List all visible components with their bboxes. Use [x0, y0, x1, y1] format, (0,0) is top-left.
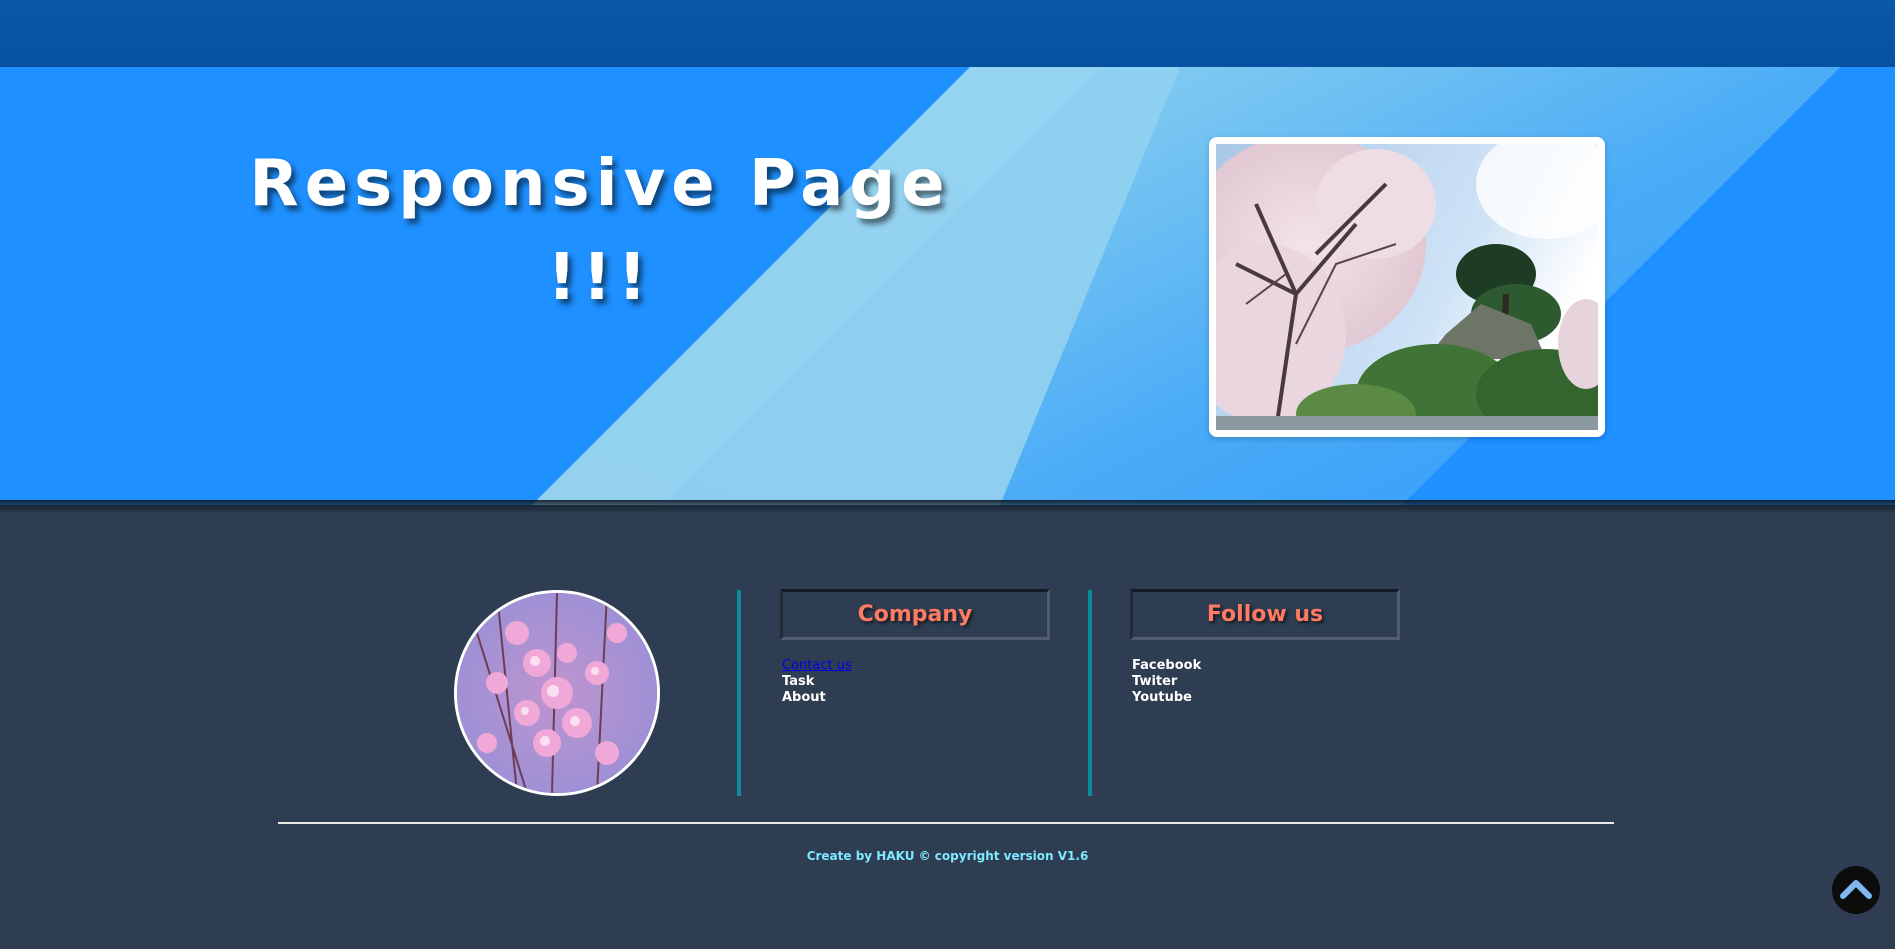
follow-us-links: Facebook Twiter Youtube [1132, 658, 1201, 706]
hero-bottom-shadow [0, 500, 1895, 514]
list-item[interactable]: Contact us [782, 658, 852, 674]
about-link[interactable]: About [782, 690, 852, 706]
youtube-link[interactable]: Youtube [1132, 690, 1201, 706]
footer-blossom-avatar [454, 590, 660, 796]
footer-separator [278, 822, 1614, 824]
contact-us-link[interactable]: Contact us [782, 658, 852, 673]
twitter-link[interactable]: Twiter [1132, 674, 1201, 690]
pink-blossom-image [457, 593, 657, 793]
footer-divider-1 [737, 590, 741, 796]
top-navbar [0, 0, 1895, 67]
hero-section: Responsive Page !!! [0, 67, 1895, 505]
hero-title-line-1: Responsive Page [249, 147, 951, 221]
chevron-up-icon [1840, 880, 1872, 899]
hero-photo-cherry-blossom [1209, 137, 1605, 437]
copyright-text: Create by HAKU © copyright version V1.6 [806, 849, 1089, 863]
hero-title-line-2: !!! [547, 241, 653, 315]
scroll-to-top-button[interactable] [1832, 866, 1880, 914]
cherry-blossom-photo [1216, 144, 1598, 430]
hero-title: Responsive Page !!! [240, 137, 960, 325]
task-link[interactable]: Task [782, 674, 852, 690]
facebook-link[interactable]: Facebook [1132, 658, 1201, 674]
company-links: Contact us Task About [782, 658, 852, 706]
company-heading: Company [780, 589, 1050, 640]
follow-us-heading: Follow us [1130, 589, 1400, 640]
footer-divider-2 [1088, 590, 1092, 796]
